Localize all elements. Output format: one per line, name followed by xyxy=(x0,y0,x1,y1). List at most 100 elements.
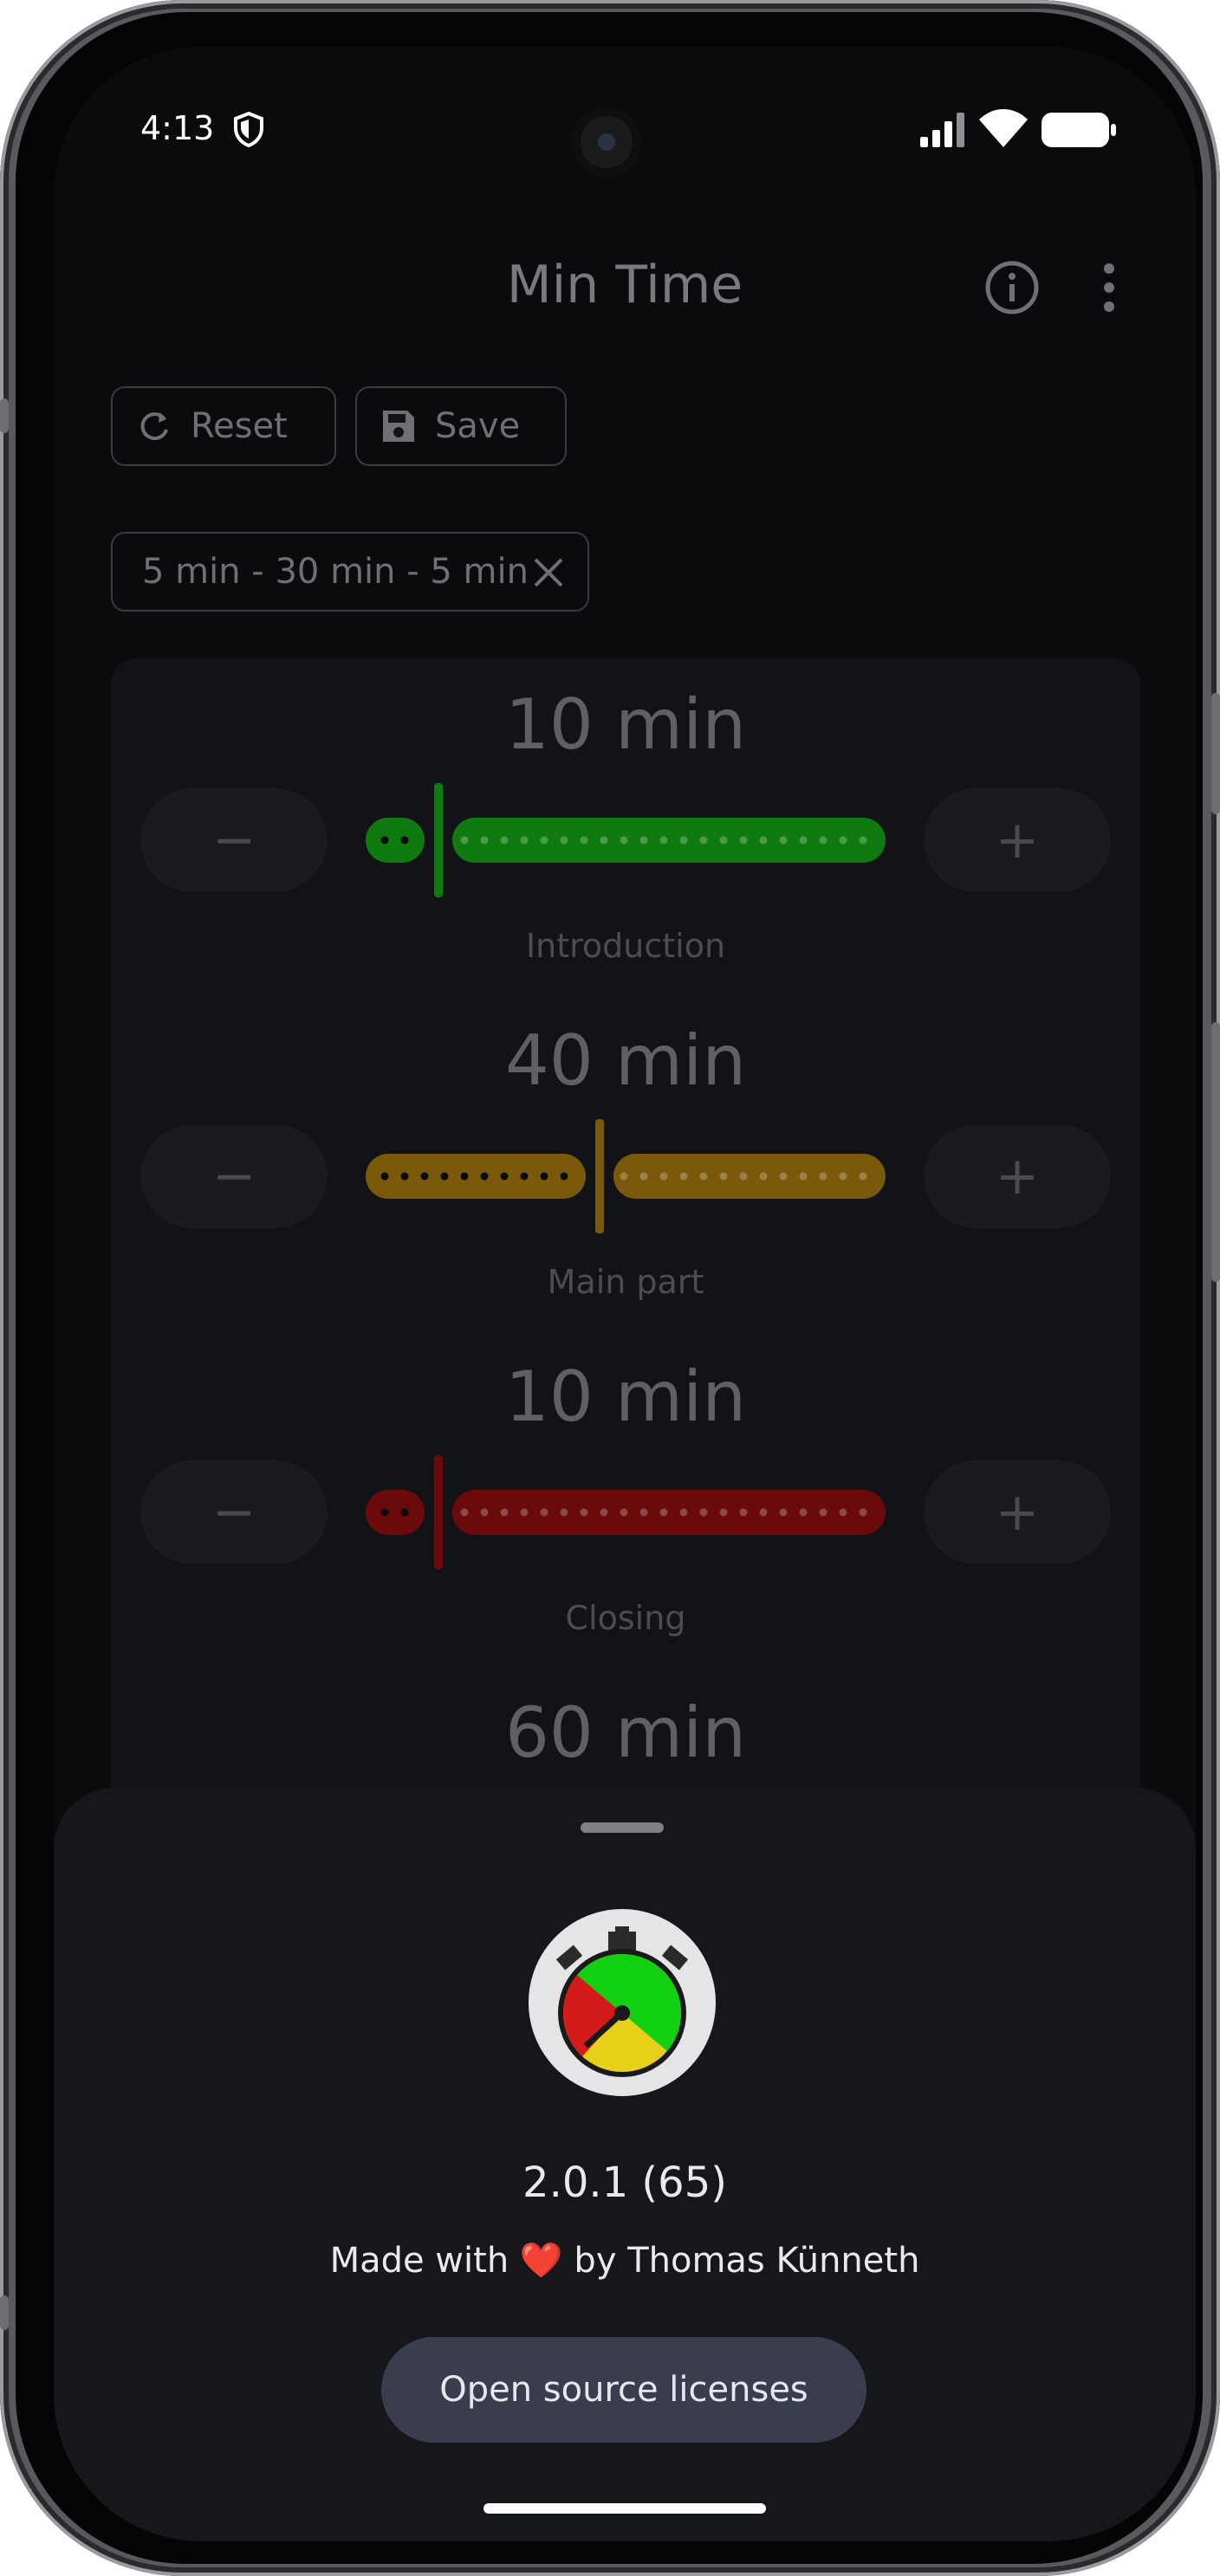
slider-dot xyxy=(779,836,788,845)
refresh-icon xyxy=(135,407,173,445)
slider-dot xyxy=(500,836,509,845)
slider-track-filled xyxy=(366,1154,586,1199)
credits-prefix: Made with xyxy=(329,2241,509,2281)
filter-chip[interactable]: 5 min - 30 min - 5 min xyxy=(111,532,589,612)
section-value: 10 min xyxy=(504,684,747,765)
slider-dot xyxy=(719,1172,728,1181)
decrease-button[interactable]: − xyxy=(140,1124,328,1228)
slider-dot xyxy=(739,1508,748,1517)
version-text: 2.0.1 (65) xyxy=(522,2159,727,2207)
slider-dot xyxy=(759,836,768,845)
total-value: 60 min xyxy=(504,1693,747,1773)
left-button xyxy=(0,398,9,433)
section-value: 10 min xyxy=(504,1356,747,1437)
slider-dot xyxy=(699,1508,708,1517)
slider-dot xyxy=(679,1172,688,1181)
credits-text: Made with ❤️ by Thomas Künneth xyxy=(54,2240,1196,2281)
decrease-button[interactable]: − xyxy=(140,1460,328,1564)
slider-dot xyxy=(600,1508,608,1517)
increase-button[interactable]: + xyxy=(924,1124,1111,1228)
slider-dot xyxy=(520,1508,529,1517)
slider-dot xyxy=(779,1508,788,1517)
slider-dot xyxy=(839,1172,847,1181)
increase-button[interactable]: + xyxy=(924,1460,1111,1564)
section-card-closing: 10 min − + Closing xyxy=(111,1330,1140,1668)
slider-dot xyxy=(560,1508,568,1517)
slider-dot xyxy=(699,1172,708,1181)
time-slider[interactable] xyxy=(366,1452,886,1573)
slider-dot xyxy=(380,836,389,845)
slider-dot xyxy=(699,836,708,845)
drag-handle[interactable] xyxy=(581,1822,664,1833)
slider-dot xyxy=(819,1508,827,1517)
slider-dot xyxy=(799,1172,808,1181)
slider-dot xyxy=(400,1508,409,1517)
slider-dot xyxy=(460,836,469,845)
about-bottom-sheet: 2.0.1 (65) Made with ❤️ by Thomas Künnet… xyxy=(54,1788,1196,2541)
slider-track-filled xyxy=(366,1490,425,1535)
section-card-introduction: 10 min − + Introduction xyxy=(111,658,1140,996)
slider-dot xyxy=(819,836,827,845)
decrease-button[interactable]: − xyxy=(140,788,328,892)
slider-thumb[interactable] xyxy=(434,1455,443,1570)
increase-button[interactable]: + xyxy=(924,788,1111,892)
reset-label: Reset xyxy=(191,406,288,446)
slider-dot xyxy=(739,1172,748,1181)
slider-dot xyxy=(380,1172,389,1181)
slider-thumb[interactable] xyxy=(595,1119,604,1233)
slider-dot xyxy=(440,1172,449,1181)
slider-dot xyxy=(819,1172,827,1181)
slider-dot xyxy=(480,836,489,845)
heart-icon: ❤️ xyxy=(519,2241,563,2281)
volume-button xyxy=(1211,693,1220,814)
slider-dot xyxy=(639,1172,648,1181)
save-icon xyxy=(380,407,418,445)
section-value: 40 min xyxy=(504,1020,747,1101)
slider-dot xyxy=(580,1508,588,1517)
slider-dot xyxy=(380,1508,389,1517)
section-label: Introduction xyxy=(525,927,726,965)
slider-dot xyxy=(620,836,628,845)
time-slider[interactable] xyxy=(366,1116,886,1237)
slider-track-filled xyxy=(366,818,425,863)
home-indicator[interactable] xyxy=(483,2503,766,2514)
slider-dot xyxy=(540,836,548,845)
credits-suffix: by Thomas Künneth xyxy=(574,2241,920,2281)
slider-dot xyxy=(739,836,748,845)
overflow-menu-icon[interactable] xyxy=(1100,260,1118,319)
slider-dot xyxy=(659,836,668,845)
slider-dot xyxy=(859,1172,867,1181)
slider-dot xyxy=(839,1508,847,1517)
slider-dot xyxy=(500,1508,509,1517)
slider-dot xyxy=(799,1508,808,1517)
open-source-licenses-button[interactable]: Open source licenses xyxy=(381,2337,866,2443)
slider-dot xyxy=(480,1508,489,1517)
slider-dot xyxy=(580,836,588,845)
reset-button[interactable]: Reset xyxy=(111,386,336,466)
slider-dot xyxy=(799,836,808,845)
slider-dot xyxy=(600,836,608,845)
left-button-lower xyxy=(0,2295,9,2330)
slider-dot xyxy=(620,1508,628,1517)
slider-thumb[interactable] xyxy=(434,783,443,897)
time-slider[interactable] xyxy=(366,780,886,901)
slider-dot xyxy=(460,1172,469,1181)
section-card-main-part: 40 min − + Main part xyxy=(111,994,1140,1332)
slider-dot xyxy=(480,1172,489,1181)
phone-frame: 4:13 Min Time Reset Save 5 min - 30 min … xyxy=(0,0,1220,2576)
slider-dot xyxy=(500,1172,509,1181)
close-icon[interactable] xyxy=(532,556,565,589)
slider-dot xyxy=(659,1508,668,1517)
save-button[interactable]: Save xyxy=(355,386,567,466)
screen: 4:13 Min Time Reset Save 5 min - 30 min … xyxy=(54,47,1196,2541)
app-logo-icon xyxy=(529,1909,716,2096)
slider-dot xyxy=(560,1172,568,1181)
slider-dot xyxy=(460,1508,469,1517)
slider-dot xyxy=(679,1508,688,1517)
slider-dot xyxy=(839,836,847,845)
slider-dot xyxy=(540,1172,548,1181)
info-icon[interactable] xyxy=(984,260,1040,319)
slider-dot xyxy=(400,1172,409,1181)
slider-dot xyxy=(659,1172,668,1181)
slider-dot xyxy=(759,1508,768,1517)
